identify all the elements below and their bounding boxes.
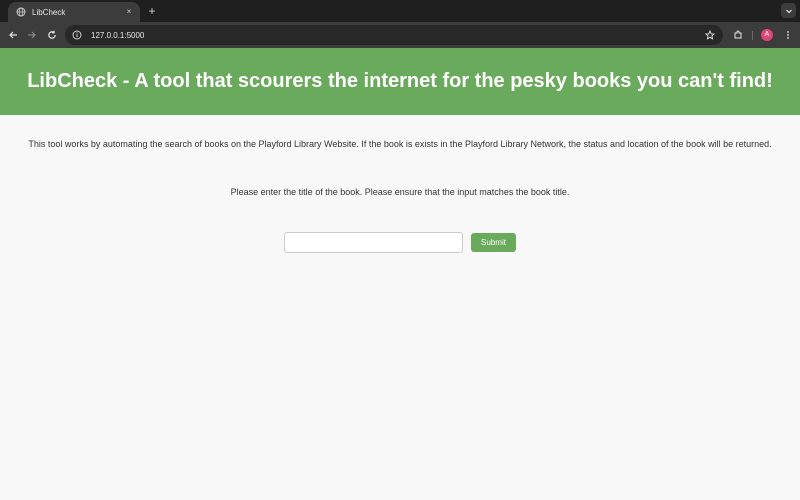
browser-toolbar: 127.0.0.1:5000 A bbox=[0, 22, 800, 48]
page-header: LibCheck - A tool that scourers the inte… bbox=[0, 48, 800, 115]
description-text: This tool works by automating the search… bbox=[28, 139, 772, 149]
back-arrow-icon[interactable] bbox=[6, 28, 20, 42]
browser-tab-bar: LibCheck × + bbox=[0, 0, 800, 22]
page-title: LibCheck - A tool that scourers the inte… bbox=[27, 70, 773, 92]
url-text: 127.0.0.1:5000 bbox=[91, 30, 145, 40]
address-bar[interactable]: 127.0.0.1:5000 bbox=[65, 25, 723, 45]
kebab-menu-icon[interactable] bbox=[781, 28, 795, 42]
reload-icon[interactable] bbox=[45, 28, 59, 42]
chevron-down-icon[interactable] bbox=[781, 3, 796, 18]
site-info-icon[interactable] bbox=[71, 29, 83, 41]
plus-icon[interactable]: + bbox=[145, 4, 159, 18]
submit-button[interactable]: Submit bbox=[471, 233, 516, 252]
browser-tab[interactable]: LibCheck × bbox=[8, 2, 140, 22]
extensions-icon[interactable] bbox=[731, 28, 745, 42]
toolbar-divider bbox=[752, 31, 753, 40]
forward-arrow-icon[interactable] bbox=[25, 28, 39, 42]
tab-title: LibCheck bbox=[32, 7, 66, 17]
star-icon[interactable] bbox=[703, 28, 717, 42]
book-title-input[interactable] bbox=[284, 232, 463, 253]
instruction-text: Please enter the title of the book. Plea… bbox=[230, 187, 570, 197]
avatar[interactable]: A bbox=[761, 29, 773, 41]
close-icon[interactable]: × bbox=[124, 7, 134, 17]
globe-icon bbox=[16, 7, 26, 17]
